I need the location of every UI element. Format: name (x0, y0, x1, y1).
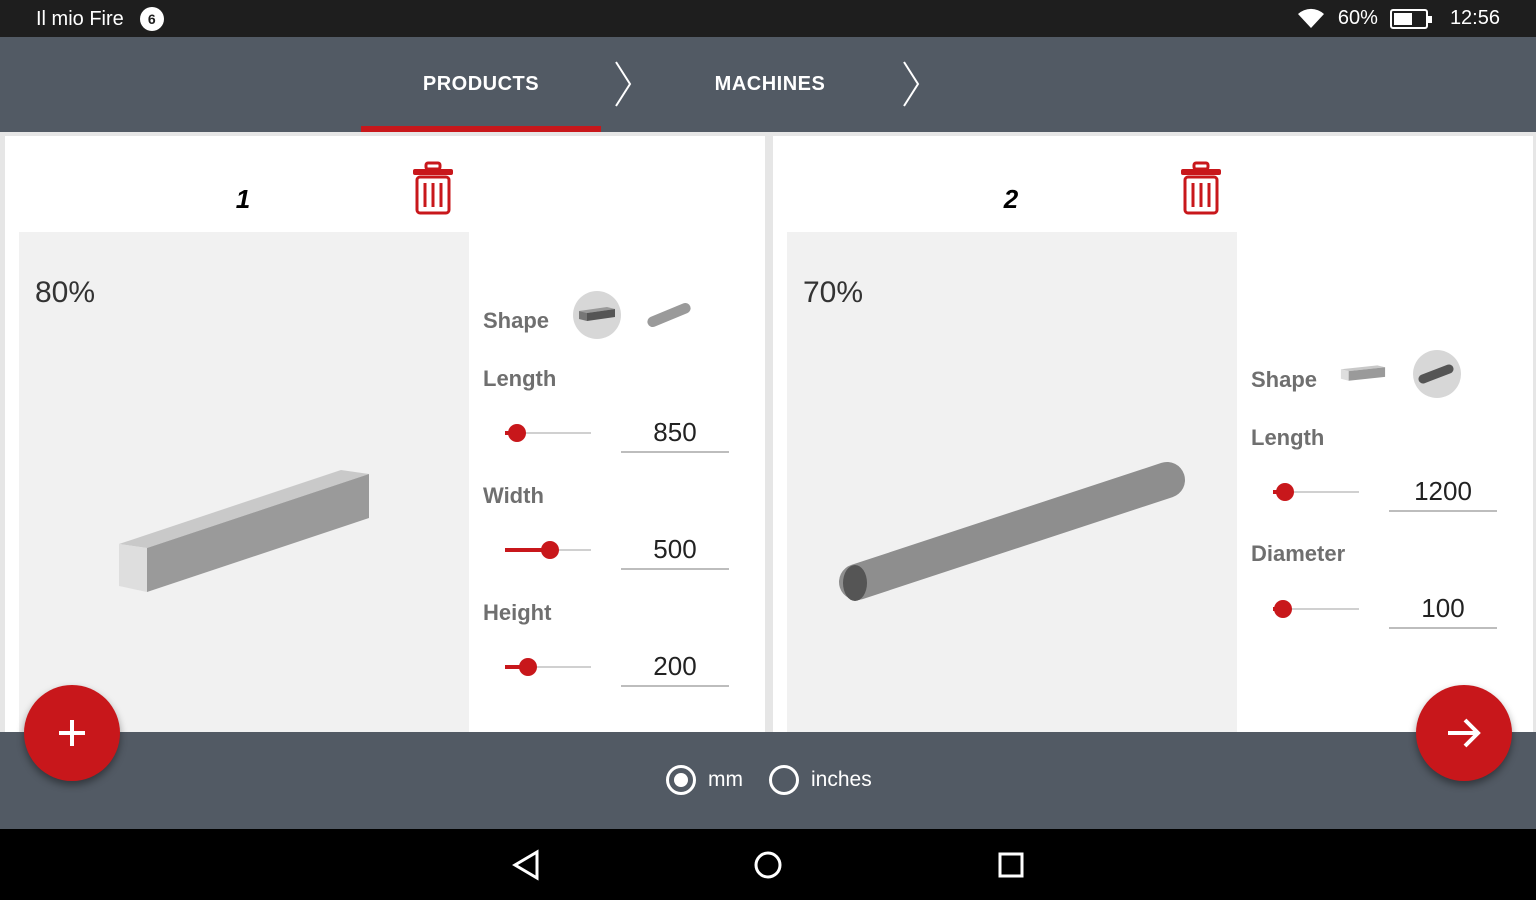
rectangular-bar-illustration (119, 470, 369, 592)
slider-thumb[interactable] (508, 424, 526, 442)
height-input[interactable]: 200 (621, 647, 729, 687)
round-bar-illustration (839, 462, 1185, 601)
shape-option-round[interactable] (645, 291, 693, 339)
product-number: 2 (1003, 184, 1019, 214)
width-input[interactable]: 500 (621, 530, 729, 570)
width-slider[interactable] (505, 540, 591, 560)
trash-icon[interactable] (411, 161, 455, 215)
radio-inches-label[interactable]: inches (811, 768, 872, 792)
tab-products[interactable]: PRODUCTS (361, 37, 601, 132)
products-panel: 1 80% Shape Length 850 Width 500 Height … (0, 132, 1536, 732)
slider-thumb[interactable] (1274, 600, 1292, 618)
radio-mm-label[interactable]: mm (708, 768, 743, 792)
add-product-button[interactable] (24, 685, 120, 781)
next-step-button[interactable] (1416, 685, 1512, 781)
back-triangle-icon (512, 849, 539, 881)
radio-mm[interactable] (666, 765, 696, 795)
length-slider[interactable] (1273, 482, 1359, 502)
length-input[interactable]: 850 (621, 413, 729, 453)
product-card: 1 80% Shape Length 850 Width 500 Height … (5, 136, 765, 732)
length-label: Length (1251, 425, 1325, 450)
length-label: Length (483, 366, 557, 391)
shape-option-round[interactable] (1413, 350, 1461, 398)
step-tab-bar: PRODUCTS MACHINES (0, 37, 1536, 132)
width-label: Width (483, 483, 544, 508)
home-circle-icon (754, 851, 782, 879)
recents-square-icon (998, 852, 1024, 878)
battery-percent: 60% (1337, 7, 1378, 29)
tab-machines[interactable]: MACHINES (650, 37, 890, 132)
plus-icon (59, 720, 85, 746)
diameter-label: Diameter (1251, 541, 1346, 566)
wifi-icon (1297, 8, 1324, 28)
status-bar: Il mio Fire 6 60% 12:56 (0, 0, 1536, 37)
height-label: Height (483, 600, 552, 625)
home-button[interactable] (750, 847, 786, 883)
round-bar-icon (647, 303, 691, 327)
battery-icon (1389, 8, 1432, 29)
product-number: 1 (235, 184, 251, 214)
system-nav-bar (0, 829, 1536, 900)
units-bar: mm inches (0, 732, 1536, 829)
back-button[interactable] (508, 847, 544, 883)
shape-option-rectangular[interactable] (573, 291, 621, 339)
chevron-right-icon (903, 61, 920, 107)
device-name: Il mio Fire (36, 7, 124, 30)
slider-thumb[interactable] (541, 541, 559, 559)
product-preview: 70% (787, 232, 1237, 732)
trash-icon[interactable] (1179, 161, 1223, 215)
round-bar-icon (1418, 364, 1454, 384)
units-radio-group: mm inches (666, 765, 898, 795)
product-preview: 80% (19, 232, 469, 732)
slider-thumb[interactable] (1276, 483, 1294, 501)
battery-level-fill (1393, 12, 1412, 25)
recents-button[interactable] (993, 847, 1029, 883)
clock: 12:56 (1449, 7, 1500, 29)
length-input[interactable]: 1200 (1389, 472, 1497, 512)
radio-inches[interactable] (769, 765, 799, 795)
height-slider[interactable] (505, 657, 591, 677)
length-slider[interactable] (505, 423, 591, 443)
diameter-slider[interactable] (1273, 599, 1359, 619)
arrow-right-icon (1448, 718, 1481, 748)
notification-count-badge: 6 (139, 7, 164, 31)
rectangular-bar-icon (1340, 365, 1386, 381)
diameter-input[interactable]: 100 (1389, 589, 1497, 629)
shape-label: Shape (483, 308, 550, 333)
product-card: 2 70% Shape Length 1200 Diameter 100 (773, 136, 1533, 732)
shape-label: Shape (1251, 367, 1318, 392)
shape-option-rectangular[interactable] (1339, 350, 1387, 398)
slider-thumb[interactable] (519, 658, 537, 676)
chevron-right-icon (615, 61, 632, 107)
rectangular-bar-icon (579, 307, 615, 321)
